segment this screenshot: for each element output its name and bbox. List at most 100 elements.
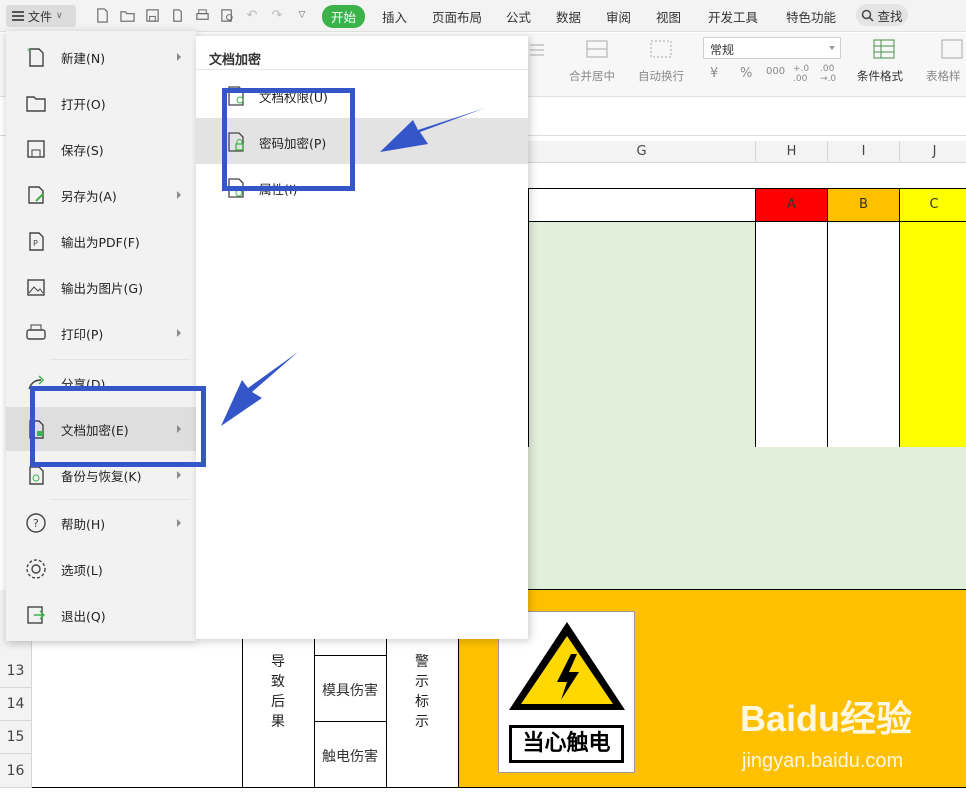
menu-label: 保存(S) xyxy=(61,142,104,158)
undo-icon[interactable]: ↶ xyxy=(244,7,260,23)
settings-icon xyxy=(24,557,48,581)
export-pdf-icon: P xyxy=(24,229,48,253)
new-doc-icon[interactable] xyxy=(94,7,110,23)
menu-item-new[interactable]: * 新建(N) xyxy=(6,35,196,79)
cell-h-blank[interactable] xyxy=(755,221,828,448)
cell-level-b[interactable]: B xyxy=(827,188,900,222)
menu-label: 另存为(A) xyxy=(61,188,117,204)
tab-page-layout[interactable]: 页面布局 xyxy=(432,7,482,26)
conditional-format-button[interactable]: 条件格式 xyxy=(857,68,903,84)
menu-label: 退出(Q) xyxy=(61,608,106,624)
watermark-url: jingyan.baidu.com xyxy=(742,750,904,772)
cell-header-blank[interactable] xyxy=(528,188,756,222)
wrap-text-button[interactable]: 自动换行 xyxy=(638,68,684,84)
grid-line xyxy=(32,787,966,788)
row-header-15[interactable]: 15 xyxy=(0,721,32,754)
row-header-16[interactable]: 16 xyxy=(0,754,32,788)
watermark-brand: Baidu经验 xyxy=(740,698,913,739)
search-label: 查找 xyxy=(877,8,903,24)
save-icon[interactable] xyxy=(144,7,160,23)
cell-level-a[interactable]: A xyxy=(755,188,828,222)
tab-special-features[interactable]: 特色功能 xyxy=(786,7,836,26)
submenu-arrow-icon xyxy=(177,53,181,61)
tab-developer[interactable]: 开发工具 xyxy=(708,7,758,26)
highlight-box-encrypt xyxy=(30,386,206,467)
tab-data[interactable]: 数据 xyxy=(556,7,581,26)
wrap-text-icon[interactable] xyxy=(650,39,672,62)
percent-button[interactable]: % xyxy=(740,66,752,81)
customize-dropdown-icon[interactable]: ▽ xyxy=(294,7,310,23)
open-folder-icon[interactable] xyxy=(119,7,135,23)
decimal-decrease-button[interactable]: .00 →.0 xyxy=(820,64,840,84)
cell-j-yellow[interactable] xyxy=(899,221,966,448)
cell-i-blank[interactable] xyxy=(827,221,900,448)
menu-item-save[interactable]: 保存(S) xyxy=(6,127,196,171)
highlight-box-password xyxy=(222,88,355,191)
menu-item-options[interactable]: 选项(L) xyxy=(6,547,196,591)
menu-item-export-image[interactable]: 输出为图片(G) xyxy=(6,265,196,309)
menu-label: 输出为图片(G) xyxy=(61,280,143,296)
grid-line xyxy=(314,655,386,656)
cell-green-block[interactable] xyxy=(528,221,756,448)
table-style-icon[interactable] xyxy=(941,39,963,62)
row-header-14[interactable]: 14 xyxy=(0,688,32,721)
redo-icon[interactable]: ↷ xyxy=(269,7,285,23)
export-image-icon xyxy=(24,275,48,299)
tab-insert[interactable]: 插入 xyxy=(382,7,407,26)
cell-level-c[interactable]: C xyxy=(899,188,966,222)
conditional-format-icon[interactable] xyxy=(873,39,895,62)
export-icon[interactable] xyxy=(169,7,185,23)
menu-item-open[interactable]: 打开(O) xyxy=(6,81,196,125)
align-icon[interactable] xyxy=(528,41,546,62)
merge-center-button[interactable]: 合并居中 xyxy=(569,68,615,84)
svg-text:P: P xyxy=(33,239,38,248)
column-header-h[interactable]: H xyxy=(756,141,828,163)
print-icon[interactable] xyxy=(194,7,210,23)
menu-item-exit[interactable]: 退出(Q) xyxy=(6,593,196,637)
menu-label: 打印(P) xyxy=(61,326,104,342)
menu-label: 输出为PDF(F) xyxy=(61,234,140,250)
cell-mold-injury[interactable]: 模具伤害 xyxy=(318,680,382,700)
cell-green-row[interactable] xyxy=(528,447,966,590)
number-format-value: 常规 xyxy=(710,43,735,57)
column-header-j[interactable]: J xyxy=(900,141,966,163)
svg-text:?: ? xyxy=(33,517,39,530)
row-header-13[interactable]: 13 xyxy=(0,655,32,688)
cell-consequence-vertical[interactable]: 导致后果 xyxy=(268,652,288,732)
menu-label: 帮助(H) xyxy=(61,516,106,532)
currency-button[interactable]: ¥ xyxy=(710,66,718,81)
search-button[interactable]: 查找 xyxy=(856,4,908,26)
save-icon xyxy=(24,137,48,161)
cell-shock-injury[interactable]: 触电伤害 xyxy=(318,746,382,766)
tab-home[interactable]: 开始 xyxy=(322,5,366,28)
tab-review[interactable]: 审阅 xyxy=(606,7,631,26)
menu-item-save-as[interactable]: 另存为(A) xyxy=(6,173,196,217)
thousands-button[interactable]: 000 xyxy=(766,66,785,77)
submenu-separator xyxy=(196,69,528,70)
file-menu-label: 文件 xyxy=(28,9,53,24)
tab-formulas[interactable]: 公式 xyxy=(506,7,531,26)
print-preview-icon[interactable] xyxy=(219,7,235,23)
menu-item-print[interactable]: 打印(P) xyxy=(6,311,196,355)
print-icon xyxy=(24,321,48,345)
submenu-arrow-icon xyxy=(177,329,181,337)
exit-icon xyxy=(24,603,48,627)
tab-view[interactable]: 视图 xyxy=(656,7,681,26)
svg-text:*: * xyxy=(27,47,31,56)
column-header-i[interactable]: I xyxy=(828,141,900,163)
table-style-button[interactable]: 表格样 xyxy=(926,68,961,84)
file-menu-button[interactable]: 文件 ∨ xyxy=(6,5,76,27)
decimal-increase-button[interactable]: +.0 .00 xyxy=(793,64,813,84)
number-format-select[interactable]: 常规 xyxy=(703,37,841,59)
folder-open-icon xyxy=(24,91,48,115)
menu-label: 备份与恢复(K) xyxy=(61,468,142,484)
save-as-icon xyxy=(24,183,48,207)
submenu-title: 文档加密 xyxy=(209,53,262,68)
column-header-g[interactable]: G xyxy=(528,141,756,163)
chevron-down-icon: ∨ xyxy=(56,11,63,21)
menu-item-help[interactable]: ? 帮助(H) xyxy=(6,501,196,545)
cell-warning-sign-vertical[interactable]: 警示标示 xyxy=(412,652,432,732)
submenu-arrow-icon xyxy=(177,519,181,527)
menu-item-export-pdf[interactable]: P 输出为PDF(F) xyxy=(6,219,196,263)
merge-center-icon[interactable] xyxy=(586,39,608,62)
